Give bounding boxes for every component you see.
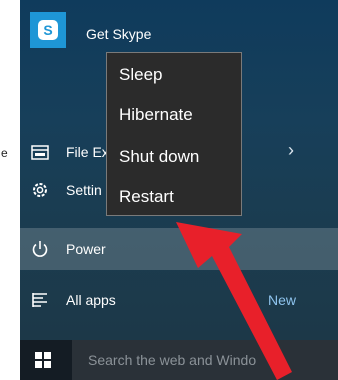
chevron-right-icon[interactable]: › (288, 140, 294, 161)
start-button[interactable] (20, 340, 66, 380)
list-icon (32, 293, 47, 307)
power-options-menu: Sleep Hibernate Shut down Restart (106, 52, 242, 216)
power-item[interactable]: Power (20, 228, 338, 270)
sleep-option[interactable]: Sleep (119, 65, 162, 85)
left-edge: e (0, 0, 20, 380)
restart-option[interactable]: Restart (119, 187, 174, 207)
taskbar: Search the web and Windo (20, 340, 338, 380)
settings-label: Settin (66, 182, 102, 198)
hibernate-option[interactable]: Hibernate (119, 105, 193, 125)
power-label: Power (66, 241, 106, 257)
left-edge-text: e (1, 146, 8, 160)
file-explorer-label: File Ex (66, 144, 109, 160)
all-apps-label: All apps (66, 292, 116, 308)
gear-icon (33, 183, 47, 197)
new-badge: New (268, 292, 297, 308)
power-icon (32, 241, 48, 257)
all-apps-item[interactable]: All apps New (20, 280, 338, 320)
get-skype-label: Get Skype (86, 26, 152, 42)
search-input[interactable]: Search the web and Windo (72, 340, 338, 380)
skype-icon: S (30, 12, 66, 48)
windows-logo-icon (35, 352, 51, 368)
folder-icon (31, 145, 49, 160)
shut-down-option[interactable]: Shut down (119, 147, 199, 167)
